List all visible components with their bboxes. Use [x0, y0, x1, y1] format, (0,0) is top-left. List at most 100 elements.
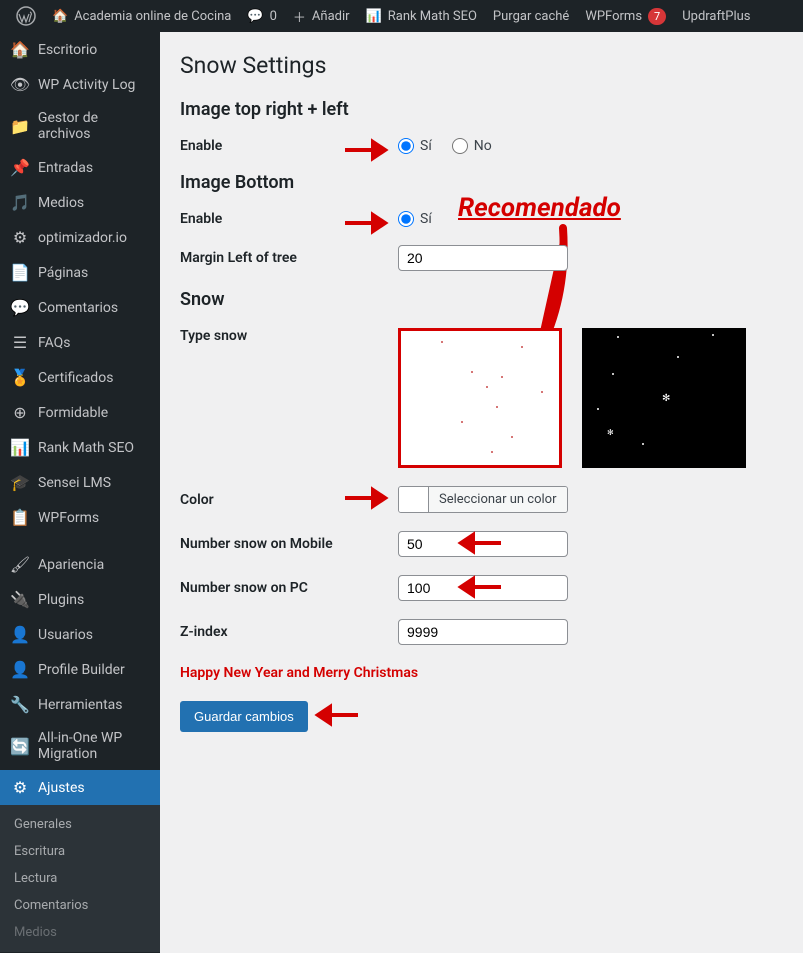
wpforms-badge: 7 [648, 8, 666, 25]
radio-input[interactable] [398, 138, 414, 154]
color-select-label: Seleccionar un color [429, 487, 567, 512]
sidebar-item-label: Certificados [38, 370, 113, 386]
rankmath-label: Rank Math SEO [388, 9, 477, 24]
submenu-comentarios[interactable]: Comentarios [0, 892, 160, 919]
media-icon: 🎵 [10, 193, 30, 212]
sidebar-item-migration[interactable]: 🔄All-in-One WP Migration [0, 722, 160, 770]
profile-icon: 👤 [10, 660, 30, 679]
plus-icon: ＋ [293, 7, 306, 26]
sidebar-item-label: Plugins [38, 592, 84, 608]
num-pc-input[interactable] [398, 575, 568, 601]
sidebar-item-label: Herramientas [38, 697, 123, 713]
sidebar-item-entradas[interactable]: 📌Entradas [0, 150, 160, 185]
submenu-medios[interactable]: Medios [0, 919, 160, 946]
radio-input[interactable] [452, 138, 468, 154]
folder-icon: 📁 [10, 117, 30, 136]
sidebar-item-certificados[interactable]: 🏅Certificados [0, 360, 160, 395]
sidebar-item-profile[interactable]: 👤 Profile Builder [0, 652, 160, 687]
sidebar-item-apariencia[interactable]: 🖌 Apariencia [0, 547, 160, 582]
updraft-label: UpdraftPlus [682, 9, 750, 24]
activity-icon: 👁 [10, 75, 30, 94]
updraft-link[interactable]: UpdraftPlus [674, 0, 758, 32]
happy-text: Happy New Year and Merry Christmas [180, 665, 783, 681]
submenu-generales[interactable]: Generales [0, 811, 160, 838]
users-icon: 👤 [10, 625, 30, 644]
save-button[interactable]: Guardar cambios [180, 701, 308, 732]
sidebar-item-label: WP Activity Log [38, 77, 135, 93]
margin-left-label: Margin Left of tree [180, 250, 398, 266]
sidebar-item-formidable[interactable]: ⊕Formidable [0, 395, 160, 430]
sidebar-item-label: Rank Math SEO [38, 440, 134, 456]
sidebar-item-herramientas[interactable]: 🔧 Herramientas [0, 687, 160, 722]
plugin-icon: 🔌 [10, 590, 30, 609]
snow-type-white[interactable] [398, 328, 562, 468]
sidebar-item-usuarios[interactable]: 👤Usuarios [0, 617, 160, 652]
comment-icon: 💬 [247, 9, 263, 24]
section-top-heading: Image top right + left [180, 99, 783, 120]
brush-icon: 🖌 [10, 555, 30, 574]
sidebar-item-optimizador[interactable]: ⚙optimizador.io [0, 220, 160, 255]
sidebar-item-escritorio[interactable]: 🏠Escritorio [0, 32, 160, 67]
radio-label: Sí [420, 211, 432, 227]
sidebar-item-faqs[interactable]: ☰FAQs [0, 325, 160, 360]
radio-enable-top-no[interactable]: No [452, 138, 492, 154]
sidebar-item-label: optimizador.io [38, 230, 127, 246]
sidebar-item-label: Gestor de archivos [38, 110, 150, 142]
zindex-label: Z-index [180, 624, 398, 640]
row-num-mobile: Number snow on Mobile [180, 531, 783, 557]
row-color: Color Seleccionar un color [180, 486, 783, 513]
rankmath-link[interactable]: 📊 Rank Math SEO [358, 0, 485, 32]
row-num-pc: Number snow on PC [180, 575, 783, 601]
enable-bottom-label: Enable [180, 211, 398, 227]
sidebar-item-label: Páginas [38, 265, 88, 281]
radio-enable-top-yes[interactable]: Sí [398, 138, 432, 154]
radio-label: Sí [420, 138, 432, 154]
row-enable-top: Enable Sí No [180, 138, 783, 154]
sidebar-item-sensei[interactable]: 🎓Sensei LMS [0, 465, 160, 500]
sidebar-item-rankmath[interactable]: 📊Rank Math SEO [0, 430, 160, 465]
type-snow-label: Type snow [180, 328, 398, 344]
section-bottom-heading: Image Bottom [180, 172, 783, 193]
form-icon: ⊕ [10, 403, 30, 422]
pages-icon: 📄 [10, 263, 30, 282]
row-zindex: Z-index [180, 619, 783, 645]
sidebar-item-comentarios[interactable]: 💬Comentarios [0, 290, 160, 325]
add-new-link[interactable]: ＋ Añadir [285, 0, 358, 32]
list-icon: ☰ [10, 333, 30, 352]
sidebar-item-label: Medios [38, 195, 84, 211]
color-picker-button[interactable]: Seleccionar un color [398, 486, 568, 513]
recomendado-label: Recomendado [458, 193, 621, 223]
sidebar-item-files[interactable]: 📁 Gestor de archivos [0, 102, 160, 150]
snow-type-black[interactable]: ✻ ✻ [582, 328, 746, 468]
sidebar-item-plugins[interactable]: 🔌 Plugins [0, 582, 160, 617]
submenu-lectura[interactable]: Lectura [0, 865, 160, 892]
sidebar-item-label: Apariencia [38, 557, 104, 573]
sidebar-item-activity[interactable]: 👁 WP Activity Log [0, 67, 160, 102]
radio-input[interactable] [398, 211, 414, 227]
num-mobile-input[interactable] [398, 531, 568, 557]
wpforms-link[interactable]: WPForms 7 [577, 0, 674, 32]
comments-icon: 💬 [10, 298, 30, 317]
home-icon: 🏠 [52, 9, 68, 24]
radio-label: No [474, 138, 492, 154]
settings-icon: ⚙ [10, 778, 30, 797]
main-content: Snow Settings Image top right + left Ena… [160, 32, 803, 953]
purge-label: Purgar caché [493, 9, 569, 24]
purge-cache-link[interactable]: Purgar caché [485, 0, 577, 32]
radio-enable-bottom-yes[interactable]: Sí [398, 211, 432, 227]
sidebar-item-ajustes[interactable]: ⚙Ajustes [0, 770, 160, 805]
sidebar-item-label: Profile Builder [38, 662, 125, 678]
wrench-icon: 🔧 [10, 695, 30, 714]
sidebar-item-wpforms[interactable]: 📋WPForms [0, 500, 160, 535]
sidebar-item-medios[interactable]: 🎵 Medios [0, 185, 160, 220]
sidebar-item-paginas[interactable]: 📄 Páginas [0, 255, 160, 290]
admin-bar: 🏠 Academia online de Cocina 💬 0 ＋ Añadir… [0, 0, 803, 32]
submenu-escritura[interactable]: Escritura [0, 838, 160, 865]
zindex-input[interactable] [398, 619, 568, 645]
site-name-link[interactable]: 🏠 Academia online de Cocina [44, 0, 239, 32]
margin-left-input[interactable] [398, 245, 568, 271]
wpforms-label: WPForms [585, 9, 642, 24]
sidebar-item-label: All-in-One WP Migration [38, 730, 150, 762]
wp-logo[interactable] [8, 0, 44, 32]
comments-link[interactable]: 💬 0 [239, 0, 285, 32]
